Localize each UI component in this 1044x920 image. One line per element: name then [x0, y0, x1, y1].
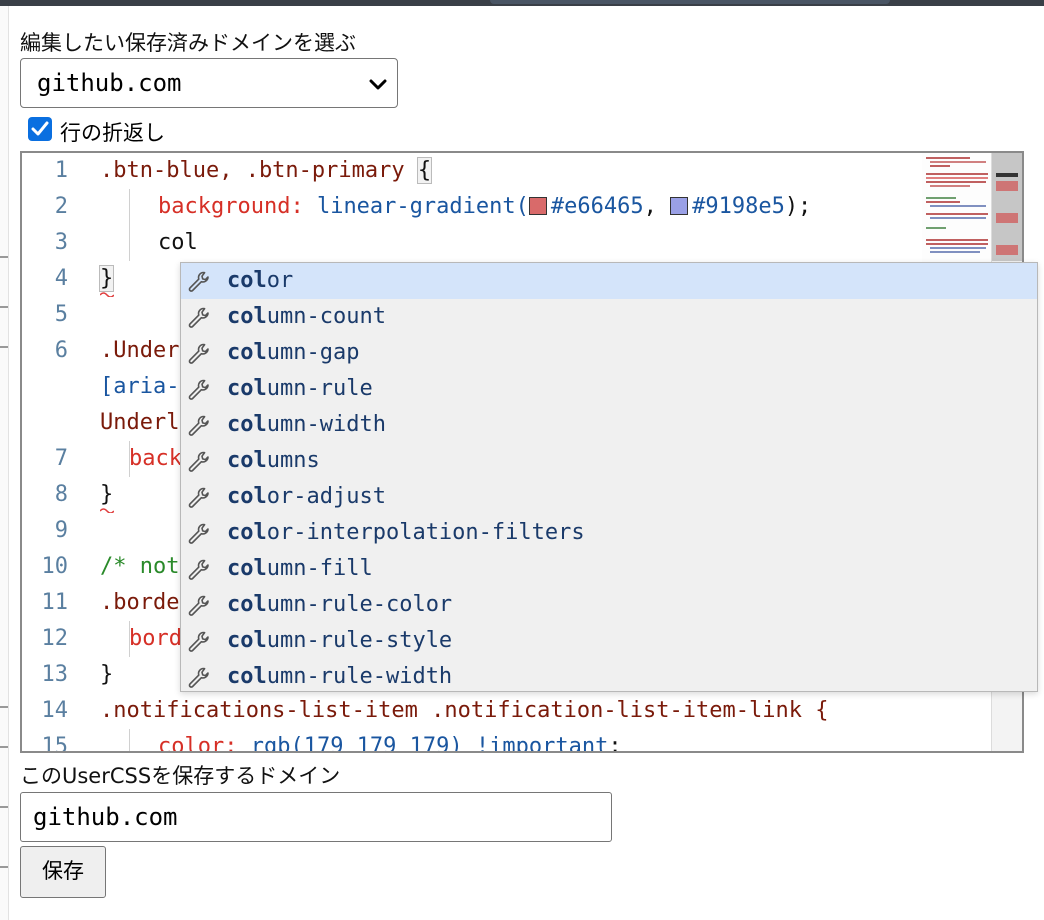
autocomplete-item[interactable]: color: [181, 263, 1037, 299]
autocomplete-item-label: columns: [227, 448, 320, 473]
domain-select-label: 編集したい保存済みドメインを選ぶ: [20, 31, 356, 55]
line-number: 5: [54, 302, 68, 327]
wrench-icon: [188, 343, 209, 364]
color-swatch[interactable]: [670, 197, 689, 215]
autocomplete-item-label: color-interpolation-filters: [227, 520, 585, 545]
autocomplete-popup[interactable]: color column-count column-gap column-rule co…: [180, 262, 1038, 692]
chevron-down-icon: [369, 79, 387, 90]
autocomplete-item-label: column-rule-width: [227, 664, 453, 689]
autocomplete-item-label: column-rule: [227, 376, 373, 401]
wrench-icon: [188, 271, 209, 292]
code-minimap[interactable]: [922, 153, 992, 263]
line-number: 6: [54, 338, 68, 363]
browser-top-edge: [0, 0, 1044, 6]
code-line: background: linear-gradient(#e66465, #91…: [158, 194, 812, 219]
code-line: back: [129, 446, 182, 471]
autocomplete-item-label: column-count: [227, 304, 386, 329]
code-line: .btn-blue, .btn-primary {: [100, 157, 433, 184]
autocomplete-item-label: column-rule-style: [227, 628, 453, 653]
code-line: bord: [129, 626, 182, 651]
lint-warning-squiggle: [100, 508, 114, 513]
code-line-cursor: col: [158, 230, 198, 255]
autocomplete-item[interactable]: color-adjust: [181, 479, 1037, 515]
autocomplete-item[interactable]: column-rule-width: [181, 659, 1037, 695]
autocomplete-item-label: column-width: [227, 412, 386, 437]
autocomplete-item[interactable]: column-rule-style: [181, 623, 1037, 659]
checkmark-icon: [31, 121, 49, 136]
autocomplete-item[interactable]: column-rule: [181, 371, 1037, 407]
code-line: .notifications-list-item .notification-l…: [100, 698, 829, 723]
code-line: .borde: [100, 590, 180, 615]
domain-select-value: github.com: [37, 69, 182, 97]
code-line: .Under: [100, 338, 180, 363]
line-number: 11: [41, 590, 69, 615]
code-line: color: rgb(179 179 179) !important;: [158, 734, 622, 753]
save-domain-label: このUserCSSを保存するドメイン: [20, 764, 341, 788]
autocomplete-item[interactable]: column-width: [181, 407, 1037, 443]
save-button[interactable]: 保存: [20, 846, 106, 898]
line-number: 9: [54, 518, 68, 543]
autocomplete-item[interactable]: columns: [181, 443, 1037, 479]
wrench-icon: [188, 415, 209, 436]
autocomplete-item-label: column-gap: [227, 340, 360, 365]
wrench-icon: [188, 451, 209, 472]
line-number: 2: [54, 194, 68, 219]
autocomplete-item-label: color-adjust: [227, 484, 386, 509]
line-wrap-checkbox[interactable]: [28, 117, 52, 141]
code-line: Underl: [100, 410, 180, 435]
save-domain-value: github.com: [33, 803, 178, 831]
line-number: 8: [54, 482, 68, 507]
wrench-icon: [188, 487, 209, 508]
autocomplete-item[interactable]: column-count: [181, 299, 1037, 335]
line-number: 10: [41, 554, 69, 579]
line-number-gutter: 1 2 3 4 5 6 7 8 9 10 11 12 13 14 15: [22, 153, 88, 751]
wrench-icon: [188, 307, 209, 328]
code-line: /* not: [100, 554, 180, 579]
line-number: 13: [41, 662, 69, 687]
line-number: 15: [41, 734, 69, 753]
autocomplete-item-label: color: [227, 268, 294, 293]
domain-select[interactable]: github.com: [20, 58, 398, 108]
color-swatch[interactable]: [528, 197, 547, 215]
line-number: 4: [54, 266, 68, 291]
wrench-icon: [188, 595, 209, 616]
autocomplete-item-label: column-fill: [227, 556, 373, 581]
wrench-icon: [188, 667, 209, 688]
autocomplete-item[interactable]: column-gap: [181, 335, 1037, 371]
autocomplete-item-label: column-rule-color: [227, 592, 453, 617]
code-line: [aria-: [100, 374, 180, 399]
line-number: 7: [54, 446, 68, 471]
line-number: 1: [54, 158, 68, 183]
line-number: 14: [41, 698, 69, 723]
autocomplete-item[interactable]: color-interpolation-filters: [181, 515, 1037, 551]
wrench-icon: [188, 523, 209, 544]
save-domain-input[interactable]: github.com: [20, 792, 612, 842]
line-number: 12: [41, 626, 69, 651]
line-number: 3: [54, 230, 68, 255]
line-wrap-label: 行の折返し: [60, 121, 165, 145]
autocomplete-item[interactable]: column-fill: [181, 551, 1037, 587]
background-page-edge: [0, 6, 9, 920]
wrench-icon: [188, 559, 209, 580]
autocomplete-item[interactable]: column-rule-color: [181, 587, 1037, 623]
wrench-icon: [188, 379, 209, 400]
code-line: }: [100, 662, 114, 687]
lint-warning-squiggle: [100, 292, 114, 297]
wrench-icon: [188, 631, 209, 652]
